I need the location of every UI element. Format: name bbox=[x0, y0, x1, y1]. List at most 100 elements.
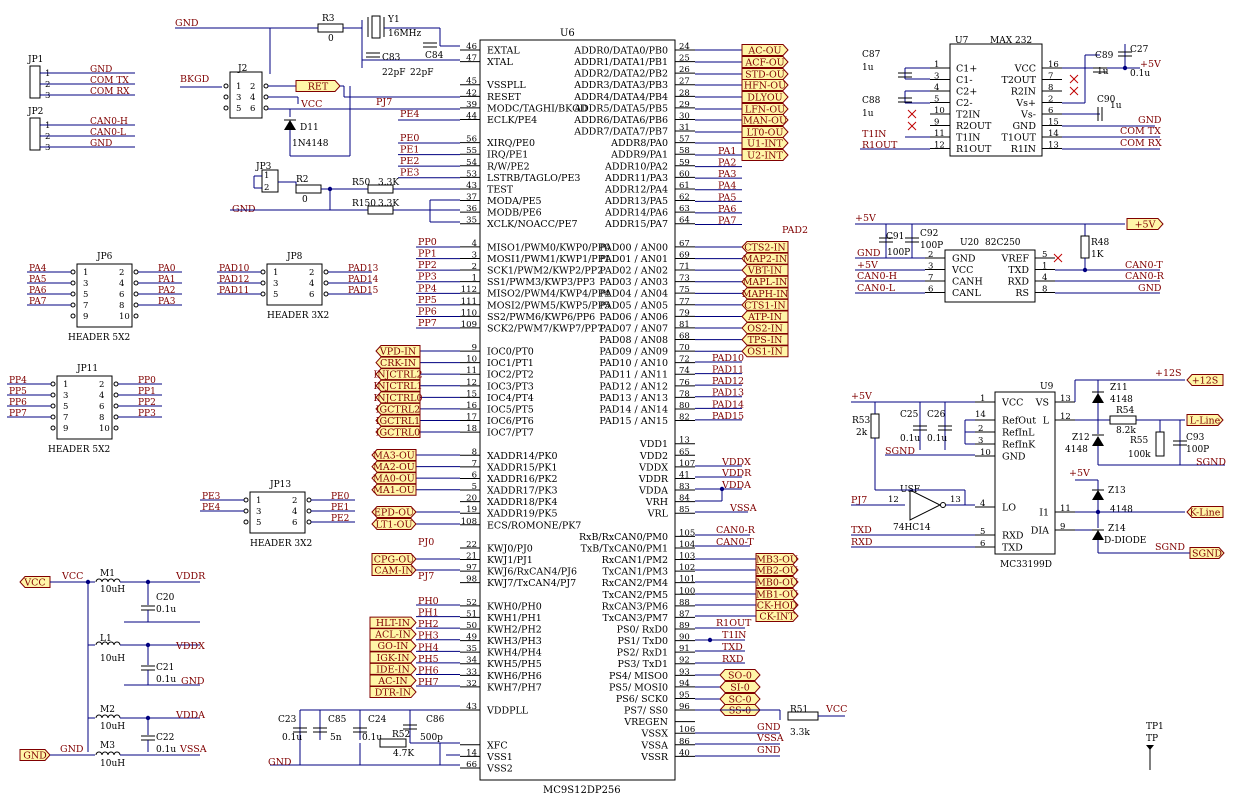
label: 1 bbox=[256, 496, 261, 506]
u6-pin-num: 10 bbox=[466, 355, 477, 365]
u6-pin-num: 89 bbox=[679, 621, 690, 631]
u6-pin-name: PAD14 / AN14 bbox=[599, 404, 668, 415]
label: GND bbox=[1012, 121, 1036, 132]
label: 7 bbox=[1048, 72, 1053, 82]
u6-pin-num: 70 bbox=[679, 343, 690, 353]
label: T1OUT bbox=[1001, 133, 1036, 144]
u6-pin-num: 88 bbox=[679, 598, 690, 608]
port-text: DLYOU bbox=[747, 93, 782, 104]
u6-pin-num: 43 bbox=[466, 181, 477, 191]
label: PP1 bbox=[418, 249, 437, 260]
u6-pin-name: RxCAN1/PM2 bbox=[602, 555, 668, 566]
label: 4.7K bbox=[393, 749, 414, 759]
label: 8 bbox=[1048, 83, 1053, 93]
u6-pin-name: KWJ1/PJ1 bbox=[487, 555, 533, 566]
pin bbox=[263, 105, 269, 111]
port-text: U2-INT bbox=[747, 151, 783, 162]
label: 82C250 bbox=[985, 238, 1021, 248]
pin bbox=[323, 291, 329, 297]
label: VDDA bbox=[175, 710, 205, 721]
label: R1IN bbox=[1011, 144, 1036, 155]
inductor-coil bbox=[95, 578, 103, 583]
label: PJ7 bbox=[376, 97, 392, 108]
u6-pin-name: MODC/TAGHI/BKGD bbox=[487, 103, 588, 114]
u6-pin-name: PAD06 / AN06 bbox=[599, 312, 668, 323]
label: TXD bbox=[851, 525, 872, 536]
u6-pin-name: KWJ0/PJ0 bbox=[487, 543, 533, 554]
label: M3 bbox=[100, 741, 115, 751]
label: 10 bbox=[119, 312, 130, 322]
label: C83 bbox=[382, 53, 401, 63]
label: 2 bbox=[309, 268, 314, 278]
u6-pin-num: 108 bbox=[461, 517, 477, 527]
u6-pin-name: PAD02 / AN02 bbox=[599, 266, 668, 277]
label: MC33199D bbox=[1000, 560, 1052, 570]
label: VCC bbox=[61, 571, 83, 582]
label: HEADER 5X2 bbox=[68, 333, 130, 343]
u6-pin-name: ECLK/PE4 bbox=[487, 115, 537, 126]
pin bbox=[113, 414, 119, 420]
u6-pin-name: ADDR4/DATA4/PB4 bbox=[573, 92, 668, 103]
label: 0 bbox=[328, 34, 334, 44]
label: 10uH bbox=[100, 585, 125, 595]
u6-pin-name: ADDR5/DATA5/PB5 bbox=[573, 103, 668, 114]
label: 3.3K bbox=[378, 199, 399, 209]
port-text: VCC bbox=[23, 578, 45, 589]
u6-pin-num: 58 bbox=[679, 146, 690, 156]
label: 1 bbox=[980, 394, 985, 404]
u6-pin-num: 65 bbox=[679, 447, 690, 457]
net-label: PA2 bbox=[718, 158, 736, 169]
label: 14 bbox=[975, 410, 986, 420]
port-text: CK-INT bbox=[759, 612, 795, 623]
label: 1 bbox=[45, 69, 50, 79]
junction-dot bbox=[1082, 267, 1088, 273]
u6-pin-name: KWH6/PH6 bbox=[487, 671, 542, 682]
label: U9 bbox=[1040, 382, 1054, 392]
label: VCC bbox=[1014, 64, 1036, 75]
pin bbox=[133, 280, 139, 286]
pin bbox=[50, 425, 56, 431]
port-text: MAN-OU bbox=[743, 116, 787, 127]
port-text: MB2-OU bbox=[756, 566, 798, 577]
label: C26 bbox=[927, 410, 946, 420]
pin bbox=[260, 291, 266, 297]
label: C88 bbox=[862, 96, 881, 106]
label: 12 bbox=[934, 141, 945, 151]
port-text: TPS-IN bbox=[748, 335, 783, 346]
inductor-coil bbox=[95, 714, 103, 719]
pin bbox=[243, 519, 249, 525]
schematic-canvas: U6MC9S12DP256EXTAL46XTAL47VSSPLL45RESET4… bbox=[7, 14, 1226, 796]
label: J2 bbox=[237, 64, 247, 74]
pin bbox=[323, 280, 329, 286]
label: GND bbox=[1138, 115, 1162, 126]
pin bbox=[243, 497, 249, 503]
label: R1OUT bbox=[956, 144, 992, 155]
u6-pin-num: 61 bbox=[679, 181, 690, 191]
label: Z13 bbox=[1108, 486, 1126, 496]
label: 0.1u bbox=[362, 733, 382, 743]
label: 1u bbox=[862, 109, 874, 119]
r3-resistor bbox=[317, 23, 344, 33]
port-text: INJCTRL0 bbox=[374, 393, 423, 404]
label: PH3 bbox=[418, 631, 439, 642]
u6-pin-num: 72 bbox=[679, 355, 690, 365]
u6-pin-name: MISO2/PWM4/KWP4/PP4 bbox=[487, 289, 610, 300]
label: R54 bbox=[1116, 406, 1135, 416]
u6-pin-num: 46 bbox=[466, 42, 477, 52]
label: 5 bbox=[63, 402, 68, 412]
u6-pin-num: 103 bbox=[679, 552, 695, 562]
port-text: K-Line bbox=[1190, 508, 1221, 519]
label: RS bbox=[1015, 288, 1029, 299]
label: 3 bbox=[256, 507, 261, 517]
label: HEADER 5X2 bbox=[48, 445, 110, 455]
label: PH4 bbox=[418, 642, 439, 653]
port-text: IGK-IN bbox=[376, 653, 409, 664]
u6-pin-num: 71 bbox=[679, 262, 690, 272]
u6-pin-num: 31 bbox=[679, 123, 690, 133]
label: GND bbox=[90, 65, 112, 75]
label: 12 bbox=[888, 495, 899, 505]
u6-pin-num: 26 bbox=[679, 65, 690, 75]
label: PP5 bbox=[9, 387, 27, 397]
port-text: DTR-IN bbox=[375, 688, 411, 699]
label: 16 bbox=[1048, 60, 1059, 70]
